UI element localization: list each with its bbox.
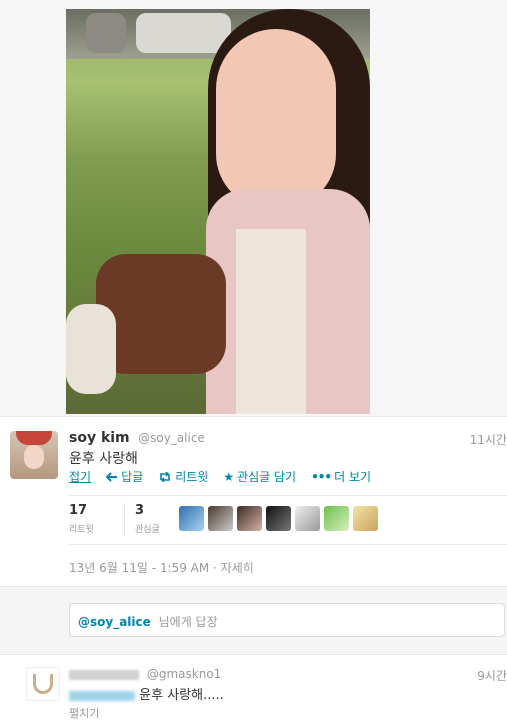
reply-input[interactable]: @soy_alice 님에게 답장 xyxy=(69,603,505,637)
reply-header: @gmaskno1 xyxy=(69,667,221,681)
more-label: 더 보기 xyxy=(334,470,372,484)
reply-text-row: 윤후 사랑해..... xyxy=(69,684,224,703)
dots-icon: ••• xyxy=(311,469,332,484)
retweet-icon xyxy=(160,471,170,482)
reply-area: @soy_alice 님에게 답장 xyxy=(0,586,507,655)
blurred-user-name xyxy=(69,669,139,680)
reply-label: 답글 xyxy=(121,470,144,484)
avatar[interactable] xyxy=(26,667,60,701)
retweet-label: 리트윗 xyxy=(175,470,209,484)
collapse-link[interactable]: 접기 xyxy=(69,468,91,485)
reply-time[interactable]: 9시간 xyxy=(477,667,507,684)
tweet-actions: 접기 답글 리트윗 ★ 관심글 담기 ••• 더 보기 xyxy=(69,468,371,485)
favoriter-avatar[interactable] xyxy=(353,506,378,531)
media-area xyxy=(0,0,507,416)
tweet-date-row: 13년 6월 11일 - 1:59 AM · 자세히 xyxy=(69,561,254,575)
divider xyxy=(69,495,507,496)
retweet-button[interactable]: 리트윗 xyxy=(158,468,208,485)
more-button[interactable]: ••• 더 보기 xyxy=(311,468,371,485)
star-icon: ★ xyxy=(223,469,235,484)
reply-user-handle[interactable]: @gmaskno1 xyxy=(147,667,221,681)
tweet-photo[interactable] xyxy=(66,9,370,414)
tweet-time[interactable]: 11시간 xyxy=(470,431,507,448)
favoriter-avatar[interactable] xyxy=(208,506,233,531)
favoriter-avatar[interactable] xyxy=(237,506,262,531)
favoriters-list xyxy=(179,506,378,531)
reply-placeholder: 님에게 답장 xyxy=(158,615,218,629)
retweet-stat-label: 리트윗 xyxy=(69,525,94,535)
detail-link[interactable]: 자세히 xyxy=(221,561,254,575)
tweet-header: soy kim @soy_alice xyxy=(69,430,205,446)
reply-text: 윤후 사랑해..... xyxy=(139,688,224,703)
user-name[interactable]: soy kim xyxy=(69,430,130,446)
reply-tweet[interactable]: @gmaskno1 9시간 윤후 사랑해..... 펼치기 xyxy=(0,654,507,721)
favorite-button[interactable]: ★ 관심글 담기 xyxy=(223,468,296,485)
expand-link[interactable]: 펼치기 xyxy=(69,705,99,721)
divider xyxy=(69,544,507,545)
reply-arrow-icon xyxy=(106,471,118,482)
user-handle[interactable]: @soy_alice xyxy=(138,431,205,445)
favoriter-avatar[interactable] xyxy=(179,506,204,531)
favoriter-avatar[interactable] xyxy=(324,506,349,531)
tweet-card: soy kim @soy_alice 11시간 윤후 사랑해 접기 답글 리트윗… xyxy=(0,416,507,587)
tweet-date: 13년 6월 11일 - 1:59 AM xyxy=(69,561,210,575)
reply-mention: @soy_alice xyxy=(78,615,151,629)
avatar[interactable] xyxy=(10,431,58,479)
favoriter-avatar[interactable] xyxy=(295,506,320,531)
retweet-count: 17 xyxy=(69,503,88,518)
favoriter-avatar[interactable] xyxy=(266,506,291,531)
favorite-label: 관심글 담기 xyxy=(237,470,297,484)
retweet-stat[interactable]: 17 리트윗 xyxy=(69,503,124,539)
blurred-mention xyxy=(69,690,135,701)
tweet-text: 윤후 사랑해 xyxy=(69,451,138,467)
reply-button[interactable]: 답글 xyxy=(106,468,143,485)
